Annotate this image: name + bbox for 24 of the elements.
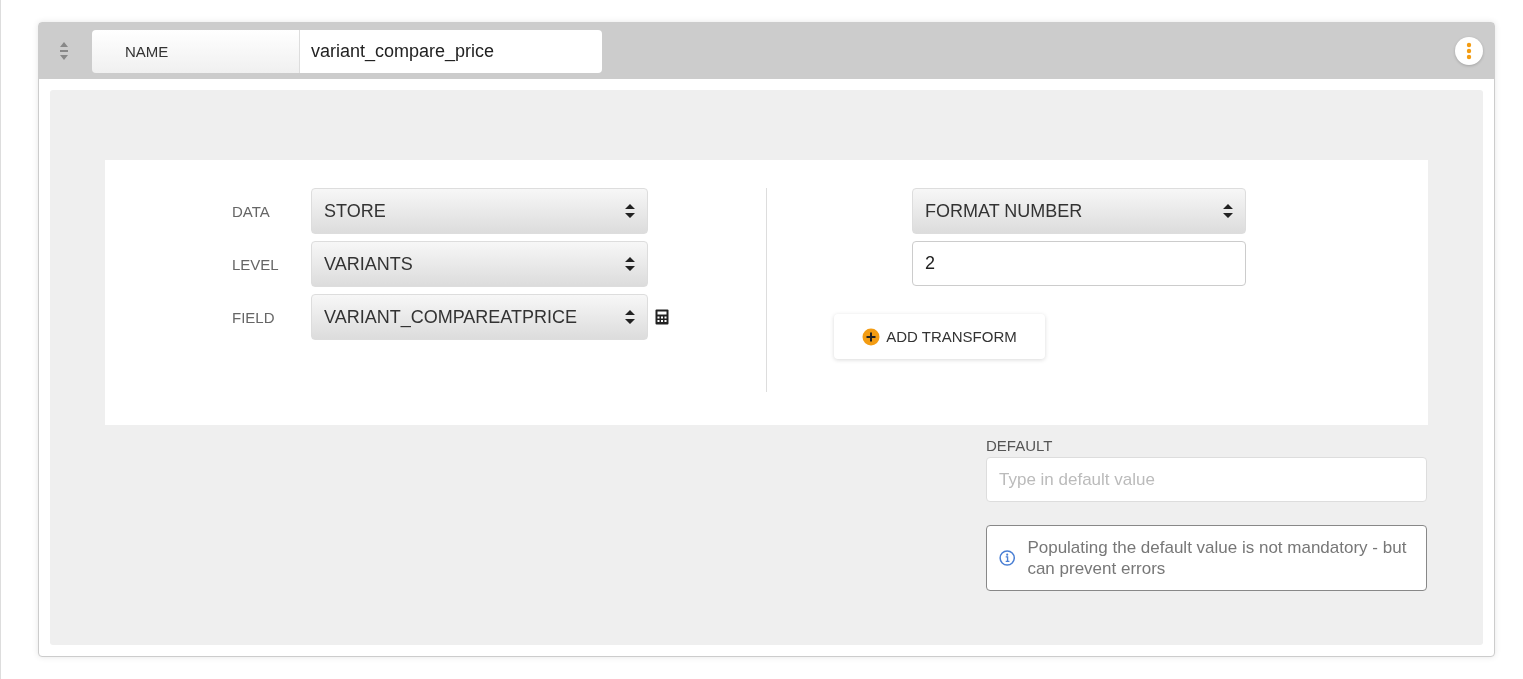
field-label: LEVEL <box>232 255 280 273</box>
more-options-button[interactable] <box>1455 37 1483 65</box>
plus-icon <box>862 327 881 346</box>
sort-arrows-icon <box>625 256 635 272</box>
transform-dropdown[interactable]: FORMAT NUMBER <box>912 188 1246 234</box>
dropdown[interactable]: STORE <box>311 188 648 234</box>
name-label: NAME <box>92 29 300 73</box>
default-label: DEFAULT <box>986 437 1054 454</box>
info-text: Populating the default value is not mandatory - but can prevent errors <box>1027 537 1408 579</box>
dropdown[interactable]: VARIANT_COMPAREATPRICE <box>311 294 648 340</box>
default-input[interactable]: Type in default value <box>986 457 1427 502</box>
add-transform-button[interactable]: ADD TRANSFORM <box>834 314 1045 359</box>
dropdown[interactable]: VARIANTS <box>311 241 648 287</box>
field-label: DATA <box>232 202 271 220</box>
name-input[interactable]: variant_compare_price <box>300 29 602 73</box>
vertical-dots-icon <box>1466 42 1472 60</box>
sort-arrows-icon <box>1223 203 1233 219</box>
drag-handle-icon[interactable] <box>59 41 69 61</box>
field-label: FIELD <box>232 308 276 326</box>
info-icon <box>999 547 1016 569</box>
sort-arrows-icon <box>625 203 635 219</box>
transform-input[interactable]: 2 <box>912 241 1246 286</box>
sort-arrows-icon <box>625 309 635 325</box>
calculator-icon[interactable] <box>655 309 669 325</box>
